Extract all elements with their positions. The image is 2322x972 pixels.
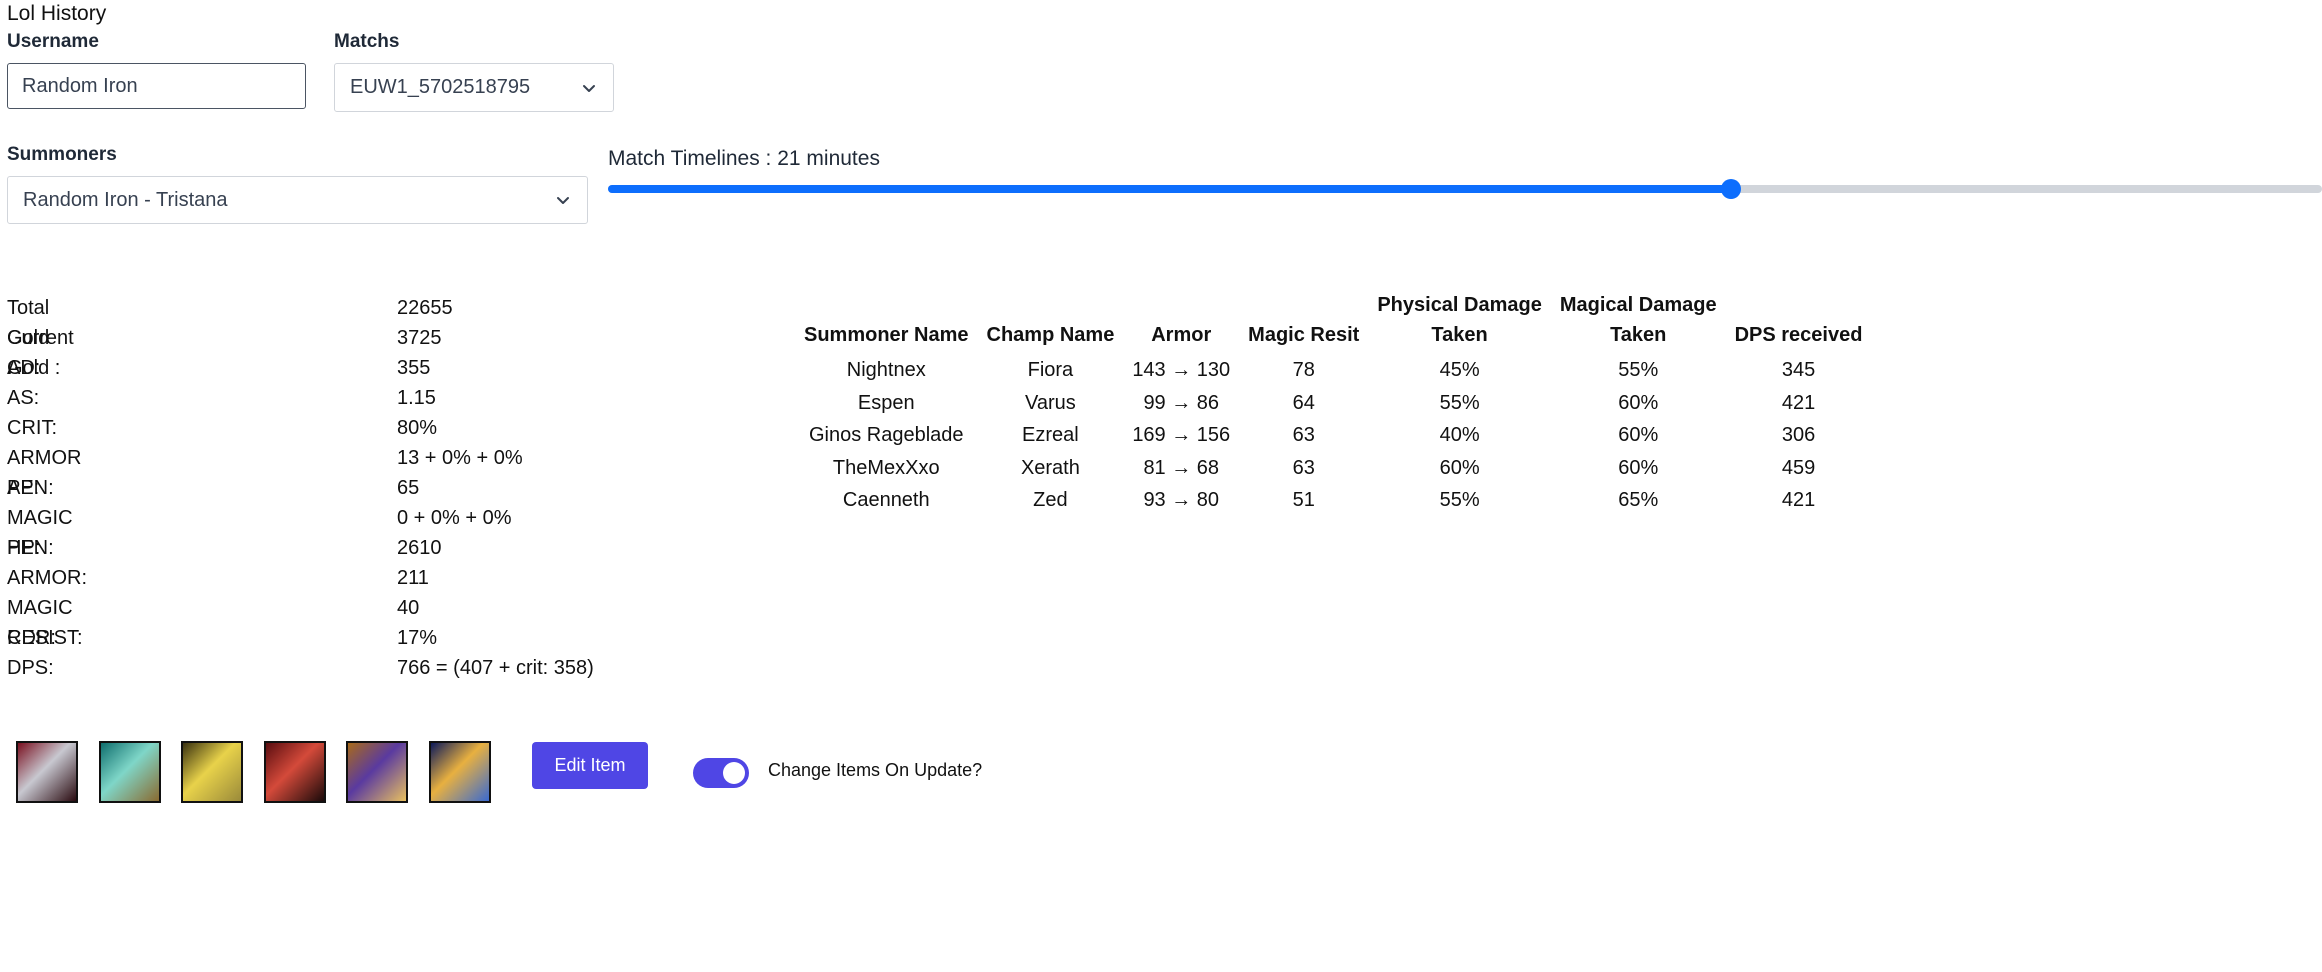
stat-value: 2610 [397,537,442,559]
cell-champ-name: Varus [1025,391,1076,414]
cell-magic-resit: 78 [1292,359,1315,382]
stat-value: 0 + 0% + 0% [397,507,512,529]
cell-summoner-name: Espen [857,391,915,414]
teal-cannon-item-icon[interactable] [98,741,161,803]
match-timeline-slider[interactable] [608,179,2322,199]
cell-dps-received: 421 [1781,489,1816,512]
cell-summoner-name: TheMexXxo [832,456,940,479]
cell-summoner-name: Nightnex [846,359,926,382]
cell-armor: 169 → 156 [1132,424,1231,447]
cell-magical-damage-taken: 60% [1618,456,1659,479]
chevron-down-icon [583,84,595,92]
header-summoner-name: Summoner Name [804,324,969,346]
summoners-selected-value: Random Iron - Tristana [23,188,228,211]
cell-physical-damage-taken: 55% [1439,391,1480,414]
table-row: Espen Varus 99 → 86 64 55% 60% 421 [795,387,1871,420]
cell-summoner-name: Ginos Rageblade [808,424,964,447]
change-items-label: Change Items On Update? [768,760,983,780]
cell-armor: 81 → 68 [1143,456,1220,479]
app-title: Lol History [7,2,107,25]
toggle-knob [723,762,745,784]
cell-armor: 99 → 86 [1143,391,1220,414]
stat-value: 766 = (407 + crit: 358) [397,657,594,679]
header-line: Taken [1431,324,1488,346]
stat-label: AD: [7,357,41,379]
summoner-table-header: Summoner Name Champ Name Armor Magic Res… [795,290,1871,354]
stat-label: HP: [7,537,41,559]
header-line: Physical Damage [1377,294,1542,316]
stat-value: 80% [397,417,438,439]
cell-champ-name: Zed [1033,489,1068,512]
summoners-label: Summoners [7,144,117,165]
username-label: Username [7,31,99,52]
cell-magical-damage-taken: 55% [1618,359,1659,382]
header-physical-damage-taken: Physical Damage Taken [1368,290,1551,354]
matchs-label: Matchs [334,31,400,52]
stat-label: AS: [7,387,40,409]
cell-magic-resit: 63 [1292,424,1315,447]
cell-armor: 93 → 80 [1143,489,1220,512]
header-champ-name: Champ Name [986,324,1115,346]
stat-label: CRIT: [7,417,57,439]
stat-value: 3725 [397,327,442,349]
table-row: Caenneth Zed 93 → 80 51 55% 65% 421 [795,484,1871,517]
stat-label: AP: [7,477,40,499]
header-line: Taken [1610,324,1667,346]
change-items-toggle[interactable] [693,758,749,788]
hourglass-item-icon[interactable] [429,741,491,803]
cell-physical-damage-taken: 60% [1439,456,1480,479]
stat-value: 1.15 [397,387,436,409]
stat-value: 65 [397,477,420,499]
cell-dps-received: 345 [1781,359,1816,382]
stat-label: CDR: [7,627,56,649]
stat-value: 13 + 0% + 0% [397,447,523,469]
stat-value: 22655 [397,297,453,319]
header-dps-received: DPS received [1734,324,1863,346]
table-row: Ginos Rageblade Ezreal 169 → 156 63 40% 60% 30… [795,419,1871,452]
stat-value: 17% [397,627,438,649]
header-line: Magical Damage [1559,294,1717,316]
slider-thumb[interactable] [1720,179,1741,199]
cell-magic-resit: 64 [1292,391,1315,414]
table-row: TheMexXxo Xerath 81 → 68 63 60% 60% 459 [795,452,1871,485]
cell-physical-damage-taken: 45% [1439,359,1480,382]
cell-magical-damage-taken: 60% [1618,424,1659,447]
slider-fill [608,185,1731,193]
crimson-blade-item-icon[interactable] [16,741,78,803]
stat-value: 355 [397,357,431,379]
username-input[interactable] [7,63,306,109]
cell-magical-damage-taken: 60% [1618,391,1659,414]
cell-champ-name: Ezreal [1022,424,1079,447]
stat-value: 40 [397,597,420,619]
cell-magic-resit: 63 [1292,456,1315,479]
cell-dps-received: 421 [1781,391,1816,414]
stat-label: DPS: [7,657,54,679]
cell-champ-name: Xerath [1020,456,1080,479]
summoner-table: Summoner Name Champ Name Armor Magic Res… [795,290,1871,517]
match-timeline-label: Match Timelines : 21 minutes [608,147,880,170]
purple-shield-item-icon[interactable] [346,741,409,803]
chevron-down-icon [557,197,569,204]
matchs-select[interactable]: EUW1_5702518795 [334,63,614,112]
cell-dps-received: 459 [1781,456,1816,479]
cell-summoner-name: Caenneth [842,489,930,512]
cell-armor: 143 → 130 [1132,359,1231,382]
header-magical-damage-taken: Magical Damage Taken [1551,290,1726,354]
stat-value: 211 [397,567,429,589]
stat-label: ARMOR: [7,567,87,589]
summoners-select[interactable]: Random Iron - Tristana [7,176,588,224]
matchs-selected-value: EUW1_5702518795 [350,76,531,98]
header-armor: Armor [1151,324,1212,346]
red-greatsword-item-icon[interactable] [263,741,326,803]
cell-dps-received: 306 [1781,424,1816,447]
lightning-dagger-item-icon[interactable] [181,741,244,803]
cell-magical-damage-taken: 65% [1618,489,1659,512]
edit-item-button[interactable]: Edit Item [532,742,648,789]
cell-magic-resit: 51 [1292,489,1315,512]
cell-physical-damage-taken: 55% [1439,489,1480,512]
table-row: Nightnex Fiora 143 → 130 78 45% 55% 345 [795,354,1871,387]
cell-physical-damage-taken: 40% [1439,424,1480,447]
cell-champ-name: Fiora [1027,359,1074,382]
header-magic-resit: Magic Resit [1248,324,1360,346]
